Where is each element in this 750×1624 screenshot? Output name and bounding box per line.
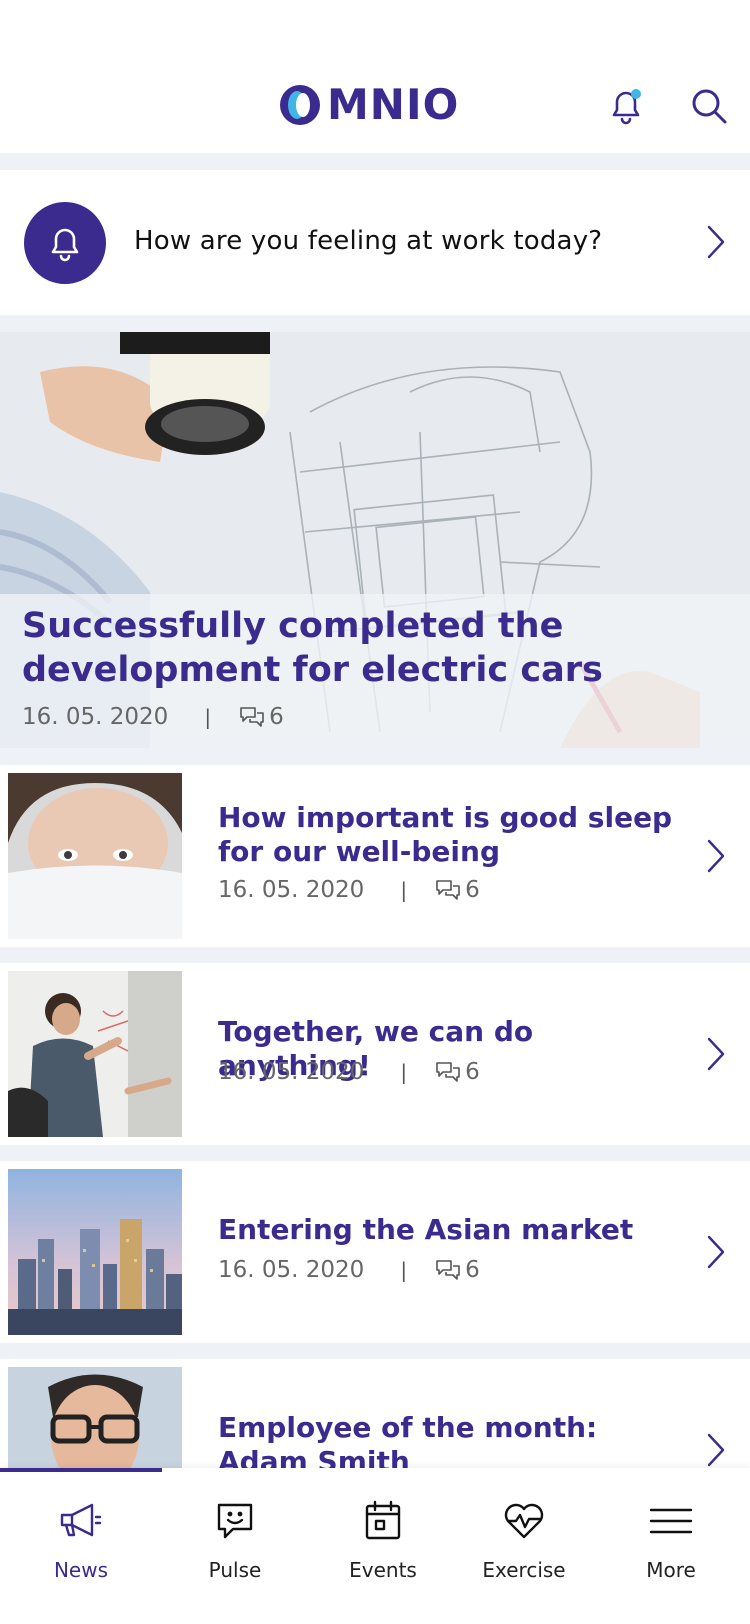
calendar-icon bbox=[365, 1500, 401, 1540]
article-date: 16. 05. 2020 bbox=[218, 1257, 365, 1283]
chevron-right-icon bbox=[707, 1037, 725, 1071]
article-date: 16. 05. 2020 bbox=[22, 704, 169, 730]
mood-prompt-card[interactable]: How are you feeling at work today? bbox=[0, 170, 750, 315]
chat-smile-icon bbox=[217, 1503, 253, 1539]
notification-badge bbox=[631, 89, 641, 99]
chevron-right-icon bbox=[707, 839, 725, 873]
article-date: 16. 05. 2020 bbox=[218, 877, 365, 903]
meta-separator: | bbox=[400, 1060, 408, 1084]
tab-exercise[interactable]: Exercise bbox=[449, 1496, 599, 1606]
article-date: 16. 05. 2020 bbox=[218, 1059, 365, 1085]
tab-events[interactable]: Events bbox=[308, 1496, 458, 1606]
mood-prompt-text: How are you feeling at work today? bbox=[134, 226, 603, 256]
comment-count: 6 bbox=[435, 877, 480, 903]
article-card[interactable]: How important is good sleep for our well… bbox=[0, 765, 750, 947]
comments-icon bbox=[436, 1260, 460, 1280]
article-thumbnail bbox=[8, 1169, 182, 1335]
comment-count: 6 bbox=[239, 704, 284, 730]
hero-meta: 16. 05. 2020 | 6 bbox=[22, 704, 284, 730]
comments-icon bbox=[240, 707, 264, 727]
chevron-right-icon bbox=[707, 225, 725, 259]
meta-separator: | bbox=[400, 1258, 408, 1282]
article-meta: 16. 05. 2020 | 6 bbox=[218, 877, 480, 903]
article-card[interactable]: Together, we can do anything! 16. 05. 20… bbox=[0, 963, 750, 1145]
bell-icon bbox=[51, 228, 79, 262]
article-meta: 16. 05. 2020 | 6 bbox=[218, 1257, 480, 1283]
active-tab-indicator bbox=[0, 1468, 162, 1472]
search-icon bbox=[692, 89, 727, 124]
tab-news[interactable]: News bbox=[6, 1496, 156, 1606]
comment-count: 6 bbox=[435, 1257, 480, 1283]
article-card[interactable]: Entering the Asian market 16. 05. 2020 |… bbox=[0, 1161, 750, 1343]
logo-o-mark bbox=[277, 82, 323, 128]
meta-separator: | bbox=[400, 878, 408, 902]
megaphone-icon bbox=[60, 1503, 102, 1537]
meta-separator: | bbox=[204, 705, 212, 729]
chevron-right-icon bbox=[707, 1433, 725, 1467]
notifications-button[interactable] bbox=[602, 82, 650, 130]
comment-count: 6 bbox=[435, 1059, 480, 1085]
chevron-right-icon bbox=[707, 1235, 725, 1269]
article-title: Entering the Asian market bbox=[218, 1213, 634, 1246]
article-meta: 16. 05. 2020 | 6 bbox=[218, 1059, 480, 1085]
omnio-logo[interactable]: MNIO bbox=[277, 82, 459, 128]
hero-title: Successfully completed the development f… bbox=[22, 606, 603, 690]
comments-icon bbox=[436, 880, 460, 900]
featured-article[interactable]: Successfully completed the development f… bbox=[0, 332, 750, 748]
heart-pulse-icon bbox=[504, 1503, 544, 1539]
menu-icon bbox=[649, 1508, 693, 1534]
bottom-tab-bar: News Pulse Events Exercise More bbox=[0, 1468, 750, 1624]
comments-icon bbox=[436, 1062, 460, 1082]
logo-text: MNIO bbox=[327, 80, 460, 129]
tab-more[interactable]: More bbox=[596, 1496, 746, 1606]
search-button[interactable] bbox=[685, 82, 733, 130]
tab-pulse[interactable]: Pulse bbox=[160, 1496, 310, 1606]
mood-prompt-avatar bbox=[24, 202, 106, 284]
app-header: MNIO bbox=[0, 0, 750, 153]
article-title: How important is good sleep for our well… bbox=[218, 801, 673, 868]
article-thumbnail bbox=[8, 773, 182, 939]
article-thumbnail bbox=[8, 971, 182, 1137]
